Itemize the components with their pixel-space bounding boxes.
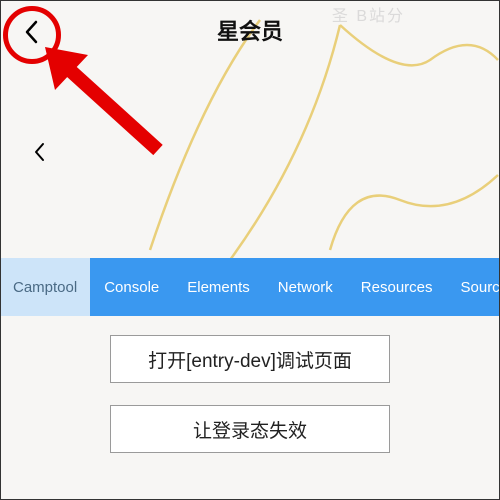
tab-network[interactable]: Network bbox=[264, 258, 347, 316]
tab-console[interactable]: Console bbox=[90, 258, 173, 316]
secondary-back-button[interactable] bbox=[30, 138, 50, 166]
tab-source[interactable]: Source bbox=[447, 258, 500, 316]
chevron-left-icon bbox=[34, 142, 46, 162]
chevron-left-icon bbox=[24, 20, 40, 44]
header: 星会员 bbox=[0, 0, 500, 60]
tab-camptool[interactable]: Camptool bbox=[0, 258, 90, 316]
action-buttons: 打开[entry-dev]调试页面 让登录态失效 bbox=[0, 335, 500, 453]
tab-elements[interactable]: Elements bbox=[173, 258, 264, 316]
open-debug-button[interactable]: 打开[entry-dev]调试页面 bbox=[110, 335, 390, 383]
devtools-tabs: Camptool Console Elements Network Resour… bbox=[0, 258, 500, 316]
tab-resources[interactable]: Resources bbox=[347, 258, 447, 316]
back-button[interactable] bbox=[18, 18, 46, 46]
page-title: 星会员 bbox=[217, 14, 283, 46]
annotation-arrow bbox=[40, 42, 170, 162]
invalidate-login-button[interactable]: 让登录态失效 bbox=[110, 405, 390, 453]
